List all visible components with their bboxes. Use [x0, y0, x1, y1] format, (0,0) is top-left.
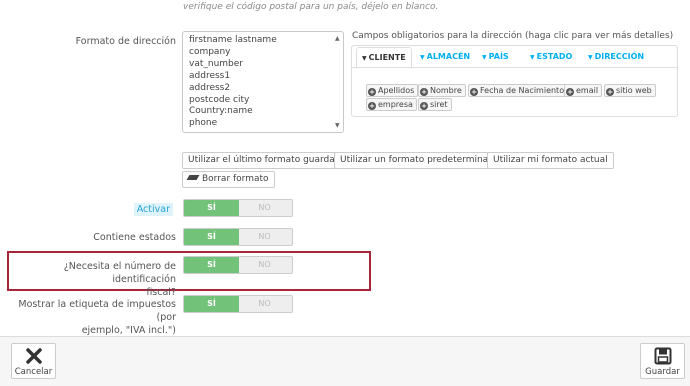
field-chip-email[interactable]: + email	[564, 84, 603, 97]
activar-label: Activar	[133, 203, 173, 216]
field-chip-siret[interactable]: + siret	[418, 98, 452, 111]
tab-almacen[interactable]: ▼ ALMACÉN	[415, 47, 475, 67]
label-line: ¿Necesita el número de identificación	[63, 261, 176, 285]
save-button[interactable]: Guardar	[640, 343, 685, 379]
toggle-no[interactable]: NO	[237, 296, 292, 312]
chip-label: Fecha de Nacimiento	[480, 86, 565, 95]
scroll-up-icon[interactable]: ▲	[335, 36, 340, 42]
show-tax-label-toggle[interactable]: SÍ NO	[183, 295, 293, 313]
caret-down-icon: ▼	[530, 54, 535, 61]
field-chip-apellidos[interactable]: + Apellidos	[366, 84, 419, 97]
field-chip-sitio-web[interactable]: + sitio web	[604, 84, 656, 97]
plus-circle-icon: +	[420, 88, 428, 96]
field-chip-fecha-nacimiento[interactable]: + Fecha de Nacimiento	[468, 84, 569, 97]
chip-label: siret	[430, 100, 448, 109]
toggle-no[interactable]: NO	[237, 200, 292, 216]
address-format-textarea[interactable]: firstname lastname company vat_number ad…	[182, 31, 344, 133]
tab-label: DIRECCIÓN	[594, 52, 645, 61]
address-format-label: Formato de dirección	[75, 36, 176, 47]
form-footer	[0, 336, 690, 386]
plus-circle-icon: +	[606, 88, 614, 96]
address-line: address1	[189, 70, 231, 81]
address-line: address2	[189, 82, 231, 93]
save-icon	[641, 347, 684, 367]
close-icon	[12, 347, 55, 367]
chip-label: email	[576, 86, 599, 95]
eraser-icon	[186, 175, 200, 180]
address-line: vat_number	[189, 58, 243, 69]
plus-circle-icon: +	[566, 88, 574, 96]
caret-down-icon: ▼	[362, 55, 367, 62]
address-line: Country:name	[189, 106, 253, 117]
use-last-saved-format-button[interactable]: Utilizar el último formato guardado	[182, 152, 353, 169]
toggle-no[interactable]: NO	[237, 257, 292, 273]
cancel-label: Cancelar	[14, 367, 53, 377]
scroll-down-icon[interactable]: ▼	[335, 123, 340, 129]
toggle-yes[interactable]: SÍ	[184, 229, 239, 245]
show-tax-label-label: Mostrar la etiqueta de impuestos (por ej…	[0, 298, 176, 337]
tab-label: PAÍS	[488, 52, 509, 61]
contains-states-toggle[interactable]: SÍ NO	[183, 228, 293, 246]
postcode-hint: verifique el código postal para un país,…	[183, 2, 439, 12]
tab-estado[interactable]: ▼ ESTADO	[525, 47, 577, 67]
toggle-yes[interactable]: SÍ	[184, 257, 239, 273]
address-line: company	[189, 46, 231, 57]
address-line: firstname lastname	[189, 35, 277, 45]
needs-tax-id-label: ¿Necesita el número de identificación fi…	[0, 260, 176, 299]
tab-pais[interactable]: ▼ PAÍS	[477, 47, 514, 67]
save-label: Guardar	[645, 367, 680, 377]
textarea-scrollbar[interactable]: ▲ ▼	[335, 36, 341, 129]
toggle-yes[interactable]: SÍ	[184, 200, 239, 216]
plus-circle-icon: +	[368, 102, 376, 110]
cancel-button[interactable]: Cancelar	[11, 343, 56, 379]
required-fields-title: Campos obligatorios para la dirección (h…	[352, 31, 674, 41]
caret-down-icon: ▼	[482, 54, 487, 61]
clear-format-label: Borrar formato	[202, 174, 269, 184]
toggle-no[interactable]: NO	[237, 229, 292, 245]
clear-format-button[interactable]: Borrar formato	[182, 171, 275, 188]
address-line: postcode city	[189, 94, 250, 105]
tab-label: ESTADO	[536, 52, 573, 61]
toggle-yes[interactable]: SÍ	[184, 296, 239, 312]
tab-label: ALMACÉN	[426, 52, 471, 61]
field-chip-empresa[interactable]: + empresa	[366, 98, 417, 111]
chip-label: Apellidos	[378, 86, 415, 95]
caret-down-icon: ▼	[588, 54, 593, 61]
tab-direccion[interactable]: ▼ DIRECCIÓN	[583, 47, 649, 67]
tab-label: CLIENTE	[368, 53, 406, 62]
plus-circle-icon: +	[368, 88, 376, 96]
needs-tax-id-toggle[interactable]: SÍ NO	[183, 256, 293, 274]
chip-label: Nombre	[430, 86, 462, 95]
chip-label: empresa	[378, 100, 413, 109]
contains-states-label: Contiene estados	[93, 232, 176, 243]
label-line: Mostrar la etiqueta de impuestos (por	[18, 299, 176, 323]
plus-circle-icon: +	[420, 102, 428, 110]
caret-down-icon: ▼	[420, 54, 425, 61]
activar-toggle[interactable]: SÍ NO	[183, 199, 293, 217]
tab-cliente[interactable]: ▼ CLIENTE	[356, 47, 412, 67]
use-current-format-button[interactable]: Utilizar mi formato actual	[487, 152, 614, 169]
field-chip-nombre[interactable]: + Nombre	[418, 84, 466, 97]
chip-label: sitio web	[616, 86, 652, 95]
plus-circle-icon: +	[470, 88, 478, 96]
address-line: phone	[189, 118, 218, 129]
use-default-format-button[interactable]: Utilizar un formato predeterminado	[334, 152, 506, 169]
